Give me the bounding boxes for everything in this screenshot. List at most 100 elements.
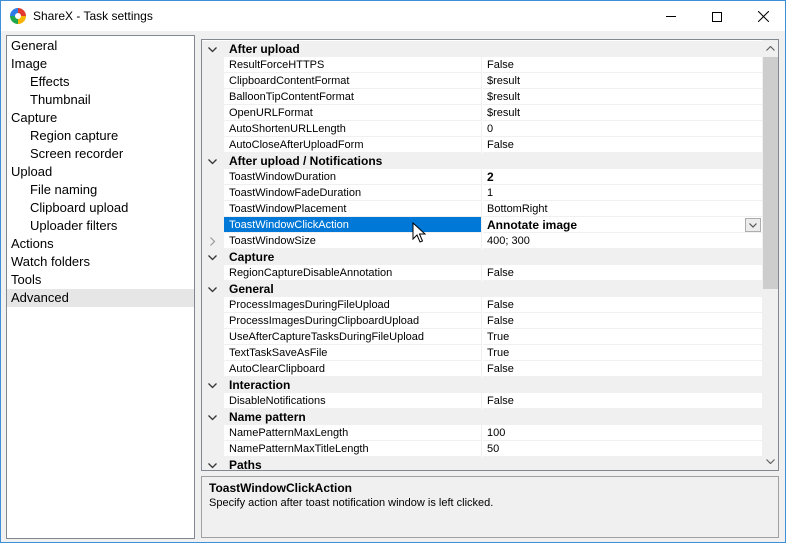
expand-icon[interactable]	[208, 237, 217, 246]
property-row[interactable]: TextTaskSaveAsFile True	[202, 345, 762, 361]
property-value[interactable]: 1	[483, 185, 762, 201]
property-value[interactable]: 400; 300	[483, 233, 762, 249]
collapse-icon[interactable]	[208, 413, 217, 422]
property-row[interactable]: AutoClearClipboard False	[202, 361, 762, 377]
property-name: UseAfterCaptureTasksDuringFileUpload	[224, 329, 482, 345]
property-row[interactable]: ToastWindowFadeDuration 1	[202, 185, 762, 201]
tree-item-actions[interactable]: Actions	[7, 235, 194, 253]
property-value[interactable]: True	[483, 329, 762, 345]
tree-item-image[interactable]: Image	[7, 55, 194, 73]
property-value-text: False	[487, 299, 514, 311]
property-value-text: $result	[487, 75, 521, 87]
property-name: BalloonTipContentFormat	[224, 89, 482, 105]
property-value[interactable]: BottomRight	[483, 201, 762, 217]
property-value[interactable]: False	[483, 393, 762, 409]
tree-item-file-naming[interactable]: File naming	[7, 181, 194, 199]
tree-item-tools[interactable]: Tools	[7, 271, 194, 289]
sharex-logo-icon	[10, 8, 26, 24]
tree-item-capture[interactable]: Capture	[7, 109, 194, 127]
tree-item-advanced[interactable]: Advanced	[7, 289, 194, 307]
property-value[interactable]: $result	[483, 89, 762, 105]
property-value[interactable]: 50	[483, 441, 762, 457]
row-gutter	[202, 153, 224, 169]
property-value[interactable]: True	[483, 345, 762, 361]
row-gutter	[202, 345, 224, 361]
collapse-icon[interactable]	[208, 253, 217, 262]
scroll-up-button[interactable]	[762, 40, 778, 57]
tree-item-uploader-filters[interactable]: Uploader filters	[7, 217, 194, 235]
category-label: Capture	[224, 249, 482, 265]
property-value[interactable]: 100	[483, 425, 762, 441]
property-value[interactable]: False	[483, 361, 762, 377]
property-row[interactable]: ToastWindowPlacement BottomRight	[202, 201, 762, 217]
tree-item-clipboard-upload[interactable]: Clipboard upload	[7, 199, 194, 217]
property-row[interactable]: BalloonTipContentFormat $result	[202, 89, 762, 105]
collapse-icon[interactable]	[208, 381, 217, 390]
tree-item-watch-folders[interactable]: Watch folders	[7, 253, 194, 271]
tree-item-region-capture[interactable]: Region capture	[7, 127, 194, 145]
property-row[interactable]: ProcessImagesDuringFileUpload False	[202, 297, 762, 313]
help-title: ToastWindowClickAction	[209, 481, 353, 495]
property-value[interactable]: False	[483, 297, 762, 313]
property-row[interactable]: NamePatternMaxTitleLength 50	[202, 441, 762, 457]
property-value[interactable]: Annotate image	[483, 217, 762, 233]
property-value	[483, 377, 762, 393]
collapse-icon[interactable]	[208, 157, 217, 166]
property-value[interactable]: $result	[483, 73, 762, 89]
property-row[interactable]: ToastWindowSize 400; 300	[202, 233, 762, 249]
property-row[interactable]: ToastWindowClickAction Annotate image	[202, 217, 762, 233]
property-row[interactable]: DisableNotifications False	[202, 393, 762, 409]
property-name: ResultForceHTTPS	[224, 57, 482, 73]
collapse-icon[interactable]	[208, 45, 217, 54]
category-row[interactable]: Interaction	[202, 377, 762, 393]
close-button[interactable]	[740, 1, 786, 32]
property-value-text: BottomRight	[487, 203, 548, 215]
row-gutter	[202, 57, 224, 73]
vertical-scrollbar[interactable]	[762, 40, 778, 470]
settings-tree[interactable]: General Image Effects Thumbnail Capture Regio…	[6, 35, 195, 539]
category-row[interactable]: Name pattern	[202, 409, 762, 425]
property-value[interactable]: False	[483, 137, 762, 153]
tree-item-thumbnail[interactable]: Thumbnail	[7, 91, 194, 109]
scroll-thumb[interactable]	[763, 57, 778, 289]
tree-item-screen-recorder[interactable]: Screen recorder	[7, 145, 194, 163]
scroll-down-button[interactable]	[762, 453, 778, 470]
property-value[interactable]: 0	[483, 121, 762, 137]
property-value[interactable]: False	[483, 265, 762, 281]
property-row[interactable]: ClipboardContentFormat $result	[202, 73, 762, 89]
tree-item-effects[interactable]: Effects	[7, 73, 194, 91]
row-gutter	[202, 393, 224, 409]
property-row[interactable]: ToastWindowDuration 2	[202, 169, 762, 185]
maximize-button[interactable]	[694, 1, 740, 32]
category-label: After upload	[224, 41, 482, 57]
property-row[interactable]: RegionCaptureDisableAnnotation False	[202, 265, 762, 281]
property-row[interactable]: ResultForceHTTPS False	[202, 57, 762, 73]
category-row[interactable]: After upload	[202, 41, 762, 57]
property-row[interactable]: AutoShortenURLLength 0	[202, 121, 762, 137]
tree-item-upload[interactable]: Upload	[7, 163, 194, 181]
row-gutter	[202, 281, 224, 297]
property-value[interactable]: False	[483, 57, 762, 73]
category-row[interactable]: After upload / Notifications	[202, 153, 762, 169]
property-row[interactable]: OpenURLFormat $result	[202, 105, 762, 121]
property-row[interactable]: ProcessImagesDuringClipboardUpload False	[202, 313, 762, 329]
property-value[interactable]: 2	[483, 169, 762, 185]
collapse-icon[interactable]	[208, 285, 217, 294]
category-row[interactable]: Capture	[202, 249, 762, 265]
collapse-icon[interactable]	[208, 461, 217, 470]
tree-item-general[interactable]: General	[7, 37, 194, 55]
category-label: Paths	[224, 457, 482, 470]
property-row[interactable]: AutoCloseAfterUploadForm False	[202, 137, 762, 153]
dropdown-button[interactable]	[745, 218, 761, 232]
property-name: ToastWindowSize	[224, 233, 482, 249]
property-grid[interactable]: After upload ResultForceHTTPS False Clipboa…	[201, 39, 779, 471]
property-name: TextTaskSaveAsFile	[224, 345, 482, 361]
property-value[interactable]: $result	[483, 105, 762, 121]
property-row[interactable]: NamePatternMaxLength 100	[202, 425, 762, 441]
property-value[interactable]: False	[483, 313, 762, 329]
property-value-text: False	[487, 267, 514, 279]
category-row[interactable]: General	[202, 281, 762, 297]
category-row[interactable]: Paths	[202, 457, 762, 470]
minimize-button[interactable]	[648, 1, 694, 32]
property-row[interactable]: UseAfterCaptureTasksDuringFileUpload True	[202, 329, 762, 345]
